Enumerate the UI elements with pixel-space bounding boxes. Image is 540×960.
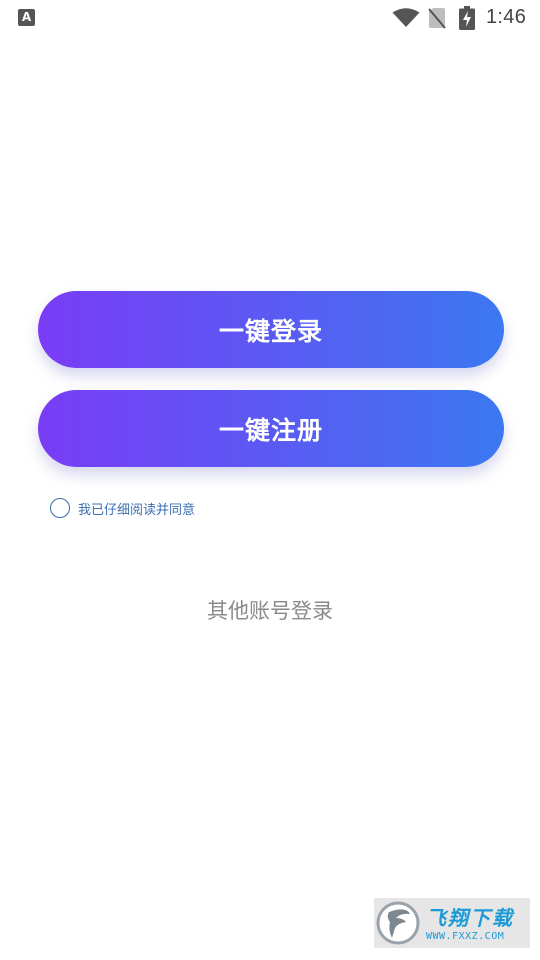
wifi-icon xyxy=(392,8,420,27)
agreement-checkbox[interactable] xyxy=(50,498,70,518)
no-sim-icon xyxy=(428,8,446,29)
app-notification-icon: A xyxy=(18,9,35,26)
watermark-url: WWW.FXXZ.COM xyxy=(426,931,505,942)
other-account-login-link[interactable]: 其他账号登录 xyxy=(0,595,540,625)
one-click-login-button[interactable]: 一键登录 xyxy=(38,291,504,368)
watermark: 飞翔下载 WWW.FXXZ.COM xyxy=(374,898,530,948)
register-button-label: 一键注册 xyxy=(218,415,323,445)
watermark-title: 飞翔下载 xyxy=(426,906,514,930)
watermark-logo-icon xyxy=(376,901,420,945)
login-screen: A 1:46 一键登录 一键注册 我已仔细阅读并同意 其他账号登录 飞翔下载 W xyxy=(0,0,540,960)
status-bar: A 1:46 xyxy=(0,0,540,36)
login-button-label: 一键登录 xyxy=(218,316,323,346)
one-click-register-button[interactable]: 一键注册 xyxy=(38,390,504,467)
agreement-text: 我已仔细阅读并同意 xyxy=(78,502,196,518)
battery-charging-icon xyxy=(459,6,475,30)
agreement-row: 我已仔细阅读并同意 xyxy=(50,496,195,520)
status-time: 1:46 xyxy=(486,6,527,28)
